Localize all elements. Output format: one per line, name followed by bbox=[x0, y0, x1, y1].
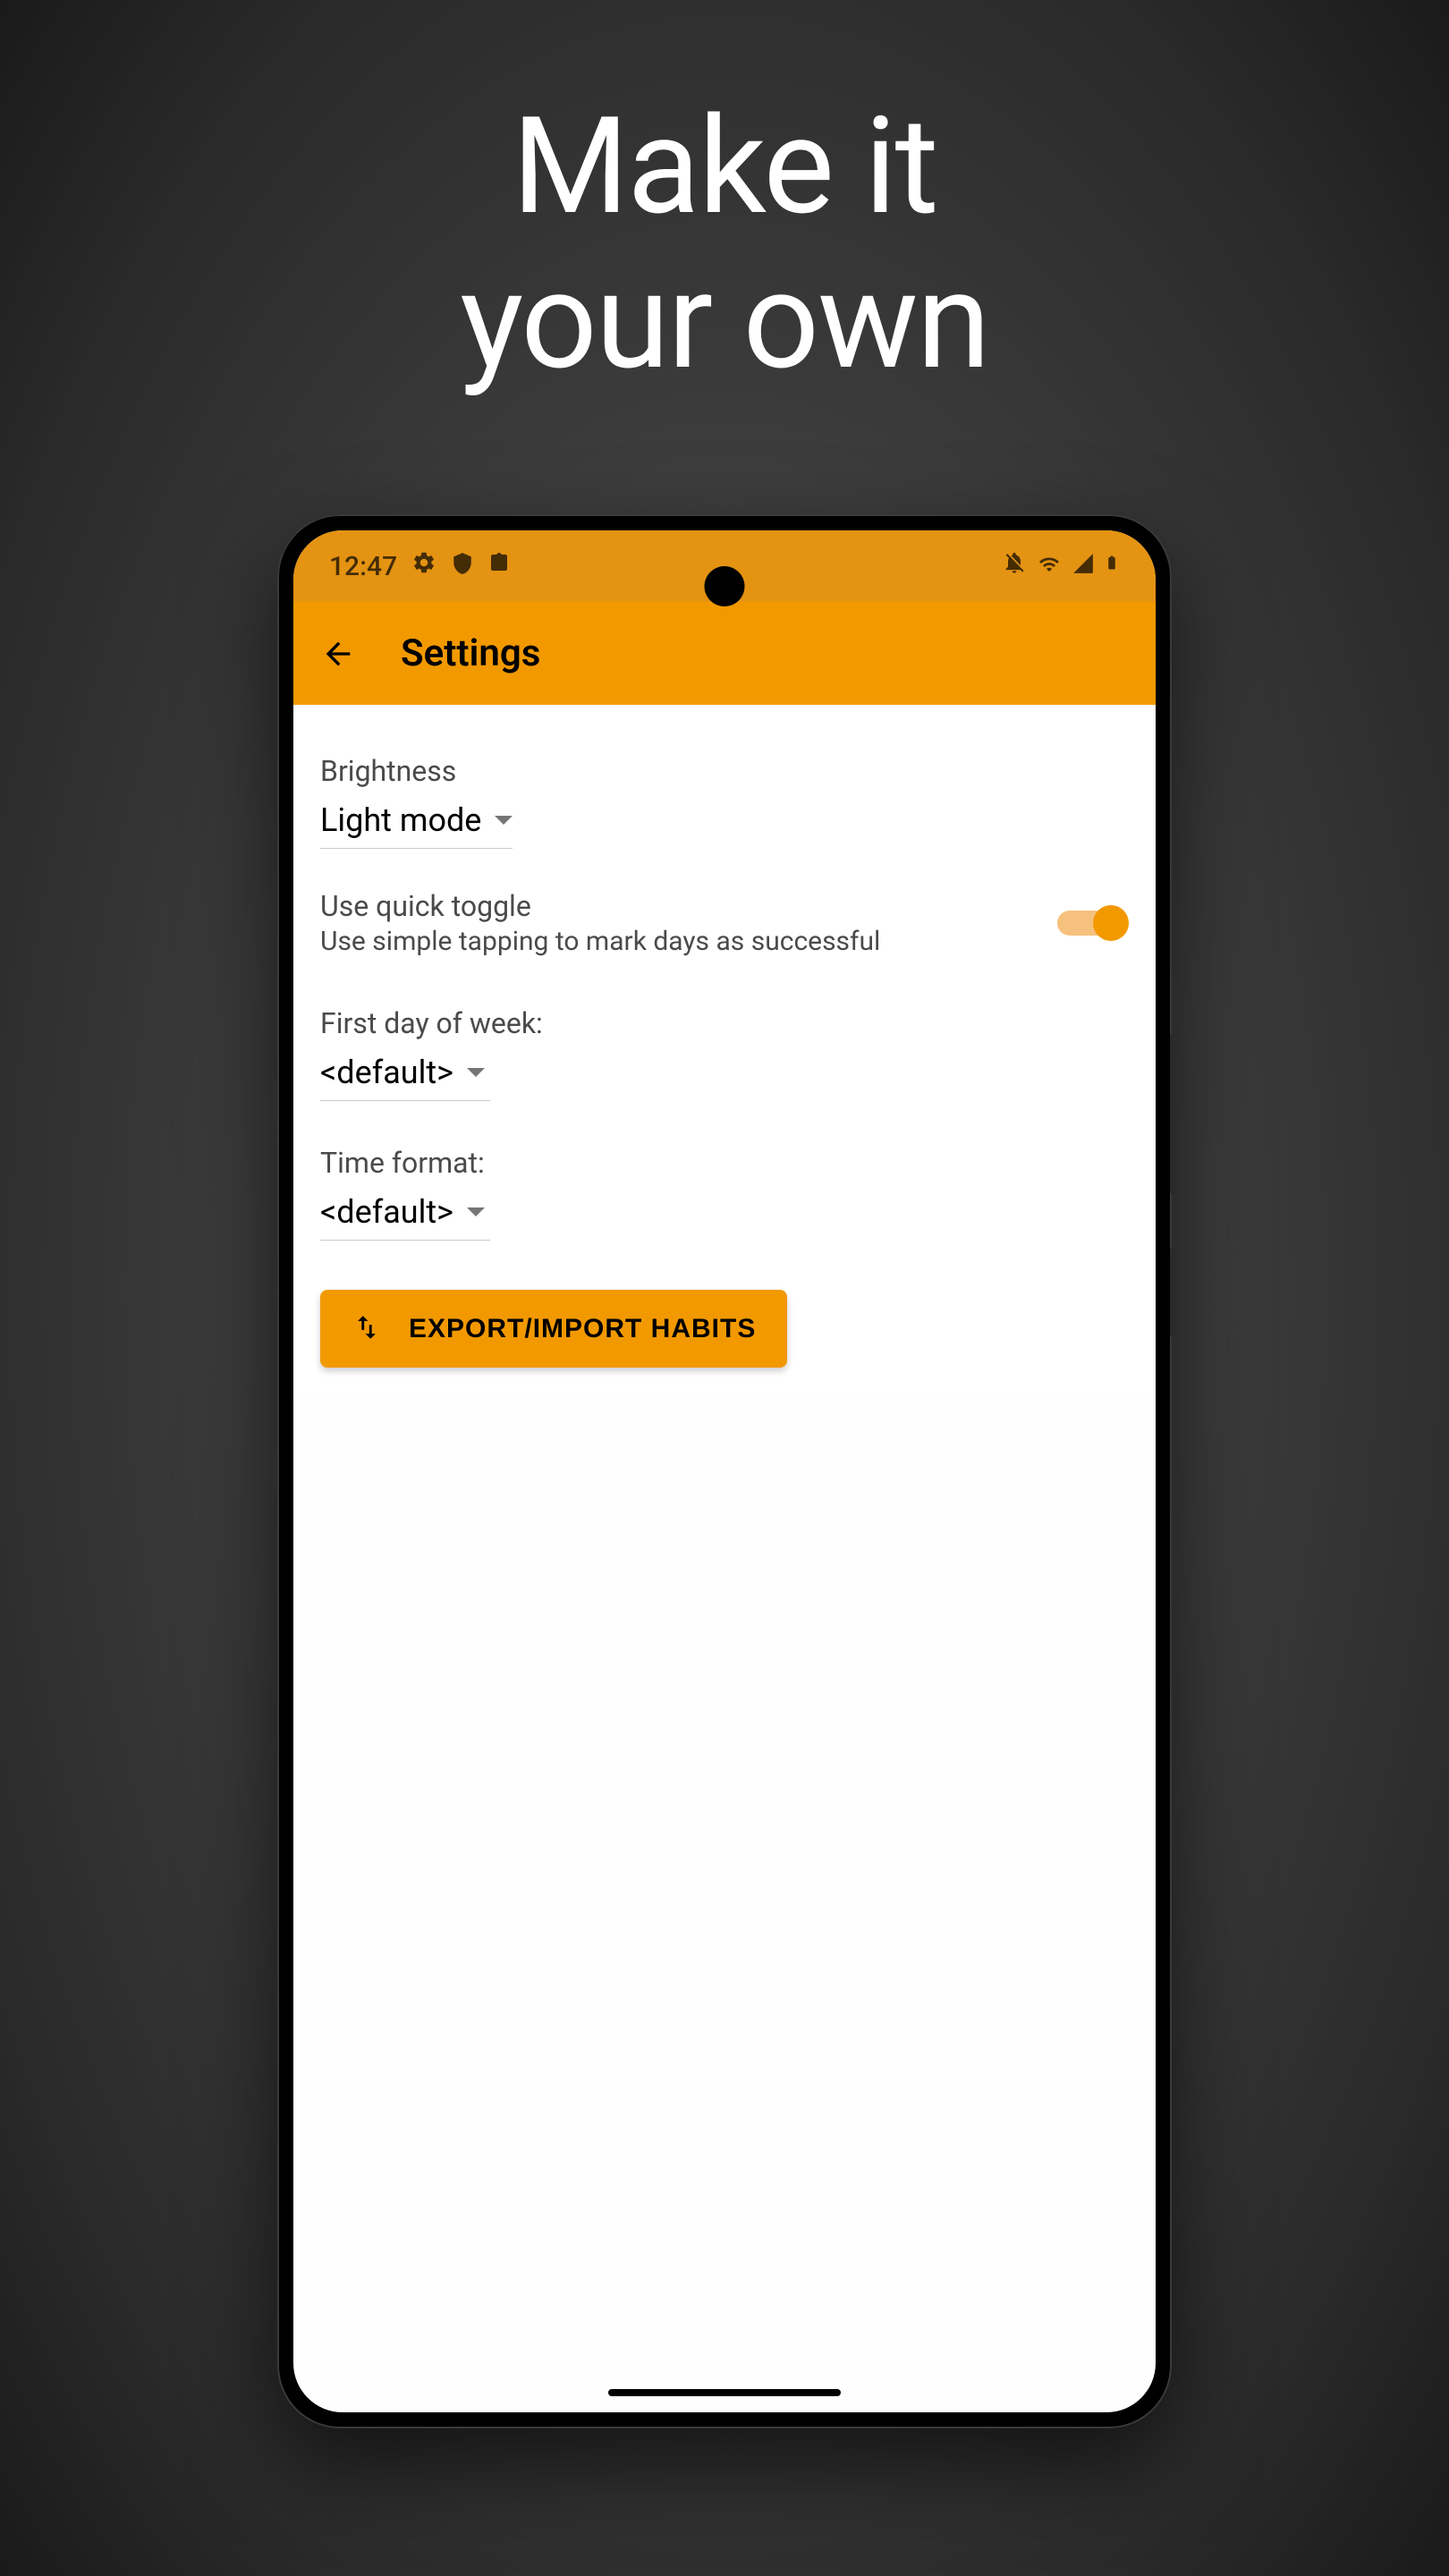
brightness-value: Light mode bbox=[320, 801, 481, 839]
phone-side-button bbox=[1170, 1248, 1175, 1337]
phone-frame: 12:47 bbox=[277, 514, 1172, 2428]
quick-toggle-text: Use quick toggle Use simple tapping to m… bbox=[320, 889, 1057, 957]
phone-camera-cutout bbox=[705, 566, 745, 606]
first-day-dropdown[interactable]: <default> bbox=[320, 1054, 490, 1101]
clipboard-icon bbox=[488, 550, 510, 582]
page-title: Settings bbox=[401, 631, 540, 675]
status-bar-right bbox=[1002, 550, 1120, 582]
navigation-bar-handle[interactable] bbox=[608, 2389, 841, 2396]
shield-icon bbox=[451, 551, 474, 582]
brightness-dropdown[interactable]: Light mode bbox=[320, 801, 513, 849]
switch-thumb bbox=[1093, 905, 1129, 941]
signal-icon bbox=[1072, 551, 1095, 582]
first-day-setting: First day of week: <default> bbox=[320, 984, 1129, 1123]
promo-line2: your own bbox=[460, 242, 988, 400]
promo-title: Make it your own bbox=[460, 89, 988, 398]
first-day-label: First day of week: bbox=[320, 1006, 1129, 1040]
chevron-down-icon bbox=[467, 1208, 485, 1216]
time-format-label: Time format: bbox=[320, 1146, 1129, 1180]
status-bar-left: 12:47 bbox=[329, 550, 510, 582]
chevron-down-icon bbox=[467, 1068, 485, 1077]
time-format-setting: Time format: <default> bbox=[320, 1123, 1129, 1263]
phone-screen: 12:47 bbox=[293, 530, 1156, 2412]
settings-content: Brightness Light mode Use quick toggle U… bbox=[293, 705, 1156, 1394]
export-import-label: EXPORT/IMPORT HABITS bbox=[409, 1314, 756, 1344]
promo-line1: Make it bbox=[512, 88, 936, 245]
chevron-down-icon bbox=[495, 816, 513, 825]
first-day-value: <default> bbox=[320, 1054, 453, 1091]
import-export-icon bbox=[352, 1312, 382, 1345]
wifi-icon bbox=[1036, 551, 1063, 582]
phone-side-button bbox=[1170, 1033, 1175, 1194]
brightness-label: Brightness bbox=[320, 754, 1129, 788]
time-format-value: <default> bbox=[320, 1193, 453, 1231]
time-format-dropdown[interactable]: <default> bbox=[320, 1193, 490, 1241]
quick-toggle-title: Use quick toggle bbox=[320, 889, 1057, 923]
quick-toggle-setting: Use quick toggle Use simple tapping to m… bbox=[320, 871, 1129, 984]
arrow-back-icon bbox=[320, 635, 356, 673]
battery-icon bbox=[1104, 550, 1120, 582]
quick-toggle-switch[interactable] bbox=[1057, 905, 1129, 941]
gear-icon bbox=[411, 550, 436, 582]
app-bar: Settings bbox=[293, 602, 1156, 705]
export-import-button[interactable]: EXPORT/IMPORT HABITS bbox=[320, 1290, 787, 1368]
brightness-setting: Brightness Light mode bbox=[320, 732, 1129, 871]
status-time: 12:47 bbox=[329, 551, 397, 582]
quick-toggle-subtitle: Use simple tapping to mark days as succe… bbox=[320, 926, 1057, 957]
bell-off-icon bbox=[1002, 550, 1027, 582]
back-button[interactable] bbox=[320, 636, 356, 672]
